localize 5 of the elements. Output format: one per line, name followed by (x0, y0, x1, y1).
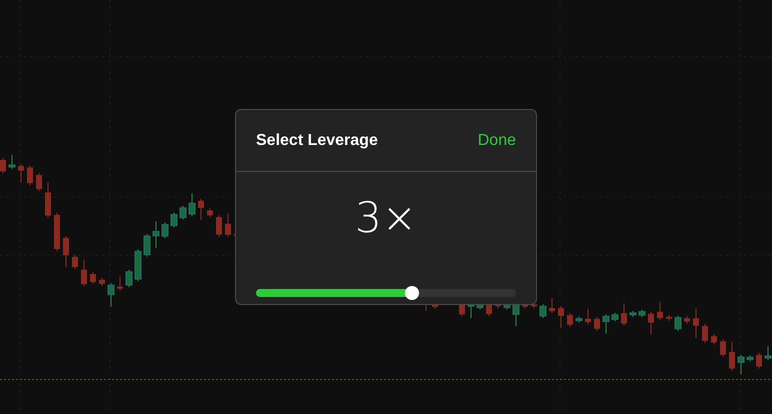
leverage-value: 3× (355, 192, 417, 244)
leverage-slider[interactable] (256, 289, 516, 297)
done-button[interactable]: Done (478, 132, 516, 150)
dialog-title: Select Leverage (256, 132, 378, 150)
slider-thumb[interactable] (405, 286, 419, 300)
